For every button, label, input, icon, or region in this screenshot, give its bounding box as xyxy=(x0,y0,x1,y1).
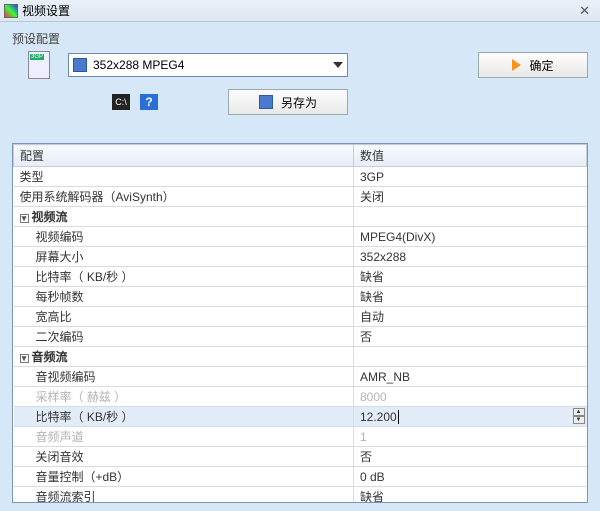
spin-down-icon[interactable]: ▼ xyxy=(573,416,585,424)
header-value[interactable]: 数值 xyxy=(354,145,587,167)
preset-dropdown[interactable]: 352x288 MPEG4 xyxy=(68,53,348,77)
row-label: 音视频编码 xyxy=(36,370,96,384)
preset-section: 预设配置 352x288 MPEG4 确定 C:\ ? 另存为 xyxy=(0,22,600,125)
table-row[interactable]: 宽高比 自动 xyxy=(14,307,587,327)
chevron-down-icon xyxy=(333,62,343,68)
row-label: 比特率（ KB/秒 ） xyxy=(36,410,134,424)
row-label: 类型 xyxy=(20,170,44,184)
row-value[interactable]: 缺省 xyxy=(360,490,384,503)
ok-button[interactable]: 确定 xyxy=(478,52,588,78)
row-label: 关闭音效 xyxy=(36,450,84,464)
row-label: 音频流索引 xyxy=(36,490,96,503)
table-row[interactable]: 比特率（ KB/秒 ） 缺省 xyxy=(14,267,587,287)
row-label: 视频编码 xyxy=(36,230,84,244)
row-label: 音频流 xyxy=(32,350,68,364)
help-icon[interactable]: ? xyxy=(140,94,158,110)
row-label: 屏幕大小 xyxy=(36,250,84,264)
settings-table: 配置 数值 类型3GP使用系统解码器（AviSynth）关闭▾视频流视频编码MP… xyxy=(12,143,588,503)
spin-up-icon[interactable]: ▲ xyxy=(573,408,585,416)
row-value[interactable]: 3GP xyxy=(360,170,384,184)
row-label: 使用系统解码器（AviSynth） xyxy=(20,190,175,204)
saveas-button-label: 另存为 xyxy=(281,94,317,111)
table-row[interactable]: 二次编码 否 xyxy=(14,327,587,347)
disk-icon xyxy=(73,58,87,72)
collapse-icon[interactable]: ▾ xyxy=(20,354,29,363)
row-label: 二次编码 xyxy=(36,330,84,344)
titlebar: 视频设置 ✕ xyxy=(0,0,600,22)
row-value[interactable]: 自动 xyxy=(360,310,384,324)
row-value[interactable]: 12.200 xyxy=(360,410,399,424)
row-label: 音量控制（+dB） xyxy=(36,470,130,484)
table-row[interactable]: 关闭音效 否 xyxy=(14,447,587,467)
table-row[interactable]: 视频编码 MPEG4(DivX) xyxy=(14,227,587,247)
ok-button-label: 确定 xyxy=(529,57,553,74)
row-value[interactable]: 0 dB xyxy=(360,470,385,484)
save-icon xyxy=(259,95,273,109)
window-title: 视频设置 xyxy=(22,2,70,19)
table-row[interactable]: 比特率（ KB/秒 ） 12.200 ▲▼ xyxy=(14,407,587,427)
close-button[interactable]: ✕ xyxy=(573,3,596,19)
row-value[interactable]: 否 xyxy=(360,450,372,464)
header-config[interactable]: 配置 xyxy=(14,145,354,167)
table-row[interactable]: 音量控制（+dB） 0 dB xyxy=(14,467,587,487)
row-label: 比特率（ KB/秒 ） xyxy=(36,270,134,284)
preset-label: 预设配置 xyxy=(12,30,588,47)
row-label: 每秒帧数 xyxy=(36,290,84,304)
table-row[interactable]: 音频流索引 缺省 xyxy=(14,487,587,504)
row-value[interactable]: 缺省 xyxy=(360,270,384,284)
row-value[interactable]: 352x288 xyxy=(360,250,406,264)
table-row[interactable]: 音视频编码 AMR_NB xyxy=(14,367,587,387)
row-value[interactable]: 缺省 xyxy=(360,290,384,304)
row-label: 宽高比 xyxy=(36,310,72,324)
row-value[interactable]: AMR_NB xyxy=(360,370,410,384)
row-label: 采样率（ 赫兹 ） xyxy=(36,390,127,404)
dropdown-selected-text: 352x288 MPEG4 xyxy=(93,58,184,72)
table-row[interactable]: 采样率（ 赫兹 ） 8000 xyxy=(14,387,587,407)
row-value[interactable]: 1 xyxy=(360,430,367,444)
file-3gp-icon xyxy=(28,51,50,79)
row-value[interactable]: MPEG4(DivX) xyxy=(360,230,435,244)
row-value[interactable]: 否 xyxy=(360,330,372,344)
table-row[interactable]: 使用系统解码器（AviSynth） 关闭 xyxy=(14,187,587,207)
table-row[interactable]: ▾视频流 xyxy=(14,207,587,227)
row-label: 音频声道 xyxy=(36,430,84,444)
row-value[interactable]: 关闭 xyxy=(360,190,384,204)
table-row[interactable]: 屏幕大小 352x288 xyxy=(14,247,587,267)
app-icon xyxy=(4,4,18,18)
saveas-button[interactable]: 另存为 xyxy=(228,89,348,115)
table-row[interactable]: 类型 3GP xyxy=(14,167,587,187)
row-label: 视频流 xyxy=(32,210,68,224)
table-row[interactable]: ▾音频流 xyxy=(14,347,587,367)
arrow-right-icon xyxy=(512,59,521,71)
table-row[interactable]: 每秒帧数 缺省 xyxy=(14,287,587,307)
collapse-icon[interactable]: ▾ xyxy=(20,214,29,223)
spin-buttons[interactable]: ▲▼ xyxy=(573,408,585,422)
row-value[interactable]: 8000 xyxy=(360,390,387,404)
table-row[interactable]: 音频声道 1 xyxy=(14,427,587,447)
cmd-icon[interactable]: C:\ xyxy=(112,94,130,110)
